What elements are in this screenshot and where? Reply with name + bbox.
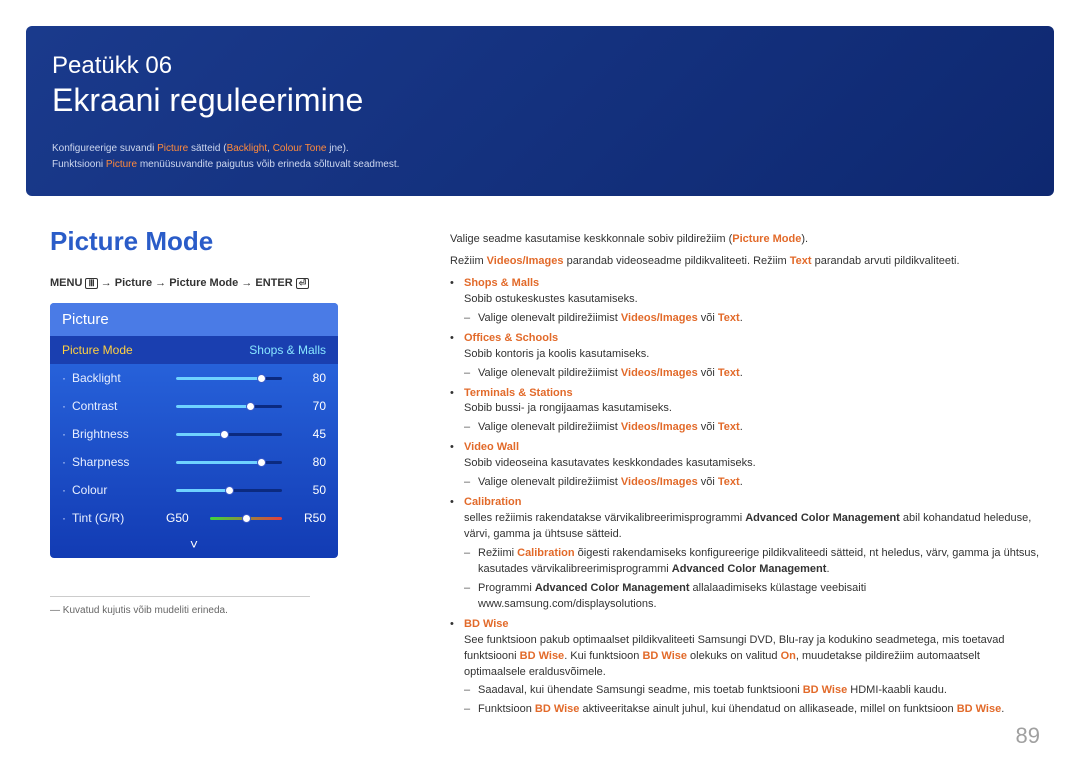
chapter-title: Ekraani reguleerimine [52,82,1028,119]
slider[interactable] [176,489,282,492]
hero-line-2: Funktsiooni Picture menüüsuvandite paigu… [52,157,1028,173]
osd-row-brightness[interactable]: ·Brightness 45 [50,420,338,448]
osd-row-contrast[interactable]: ·Contrast 70 [50,392,338,420]
chevron-down-icon[interactable]: ˅ [50,532,338,558]
slider[interactable] [176,461,282,464]
slider[interactable] [176,377,282,380]
osd-row-tint[interactable]: ·Tint (G/R) G50 R50 [50,504,338,532]
opt-calibration: Calibration selles režiimis rakendatakse… [464,495,1040,613]
description-text: Valige seadme kasutamise keskkonnale sob… [450,232,1040,724]
opt-terminals-stations: Terminals & Stations Sobib bussi- ja ron… [464,386,1040,437]
osd-row-picture-mode[interactable]: Picture Mode Shops & Malls [50,336,338,364]
footnote: ― Kuvatud kujutis võib mudeliti erineda. [50,605,350,616]
osd-panel: Picture Picture Mode Shops & Malls ·Back… [50,303,338,558]
osd-row-sharpness[interactable]: ·Sharpness 80 [50,448,338,476]
opt-bd-wise: BD Wise See funktsioon pakub optimaalset… [464,617,1040,719]
osd-row-backlight[interactable]: ·Backlight 80 [50,364,338,392]
opt-shops-malls: Shops & Malls Sobib ostukeskustes kasuta… [464,276,1040,327]
menu-icon: Ⅲ [85,278,97,289]
page-number: 89 [1016,723,1040,749]
opt-offices-schools: Offices & Schools Sobib kontoris ja kool… [464,331,1040,382]
divider [50,596,310,597]
tint-slider[interactable] [210,517,282,520]
hero-line-1: Konfigureerige suvandi Picture sätteid (… [52,141,1028,157]
section-title: Picture Mode [50,226,350,257]
slider[interactable] [176,433,282,436]
osd-row-colour[interactable]: ·Colour 50 [50,476,338,504]
slider[interactable] [176,405,282,408]
enter-icon: ⏎ [296,278,310,289]
osd-title: Picture [50,303,338,336]
hero-banner: Peatükk 06 Ekraani reguleerimine Konfigu… [26,26,1054,196]
chapter-label: Peatükk 06 [52,52,1028,80]
menu-path: MENU Ⅲ → Picture → Picture Mode → ENTER … [50,277,350,289]
opt-video-wall: Video Wall Sobib videoseina kasutavates … [464,440,1040,491]
